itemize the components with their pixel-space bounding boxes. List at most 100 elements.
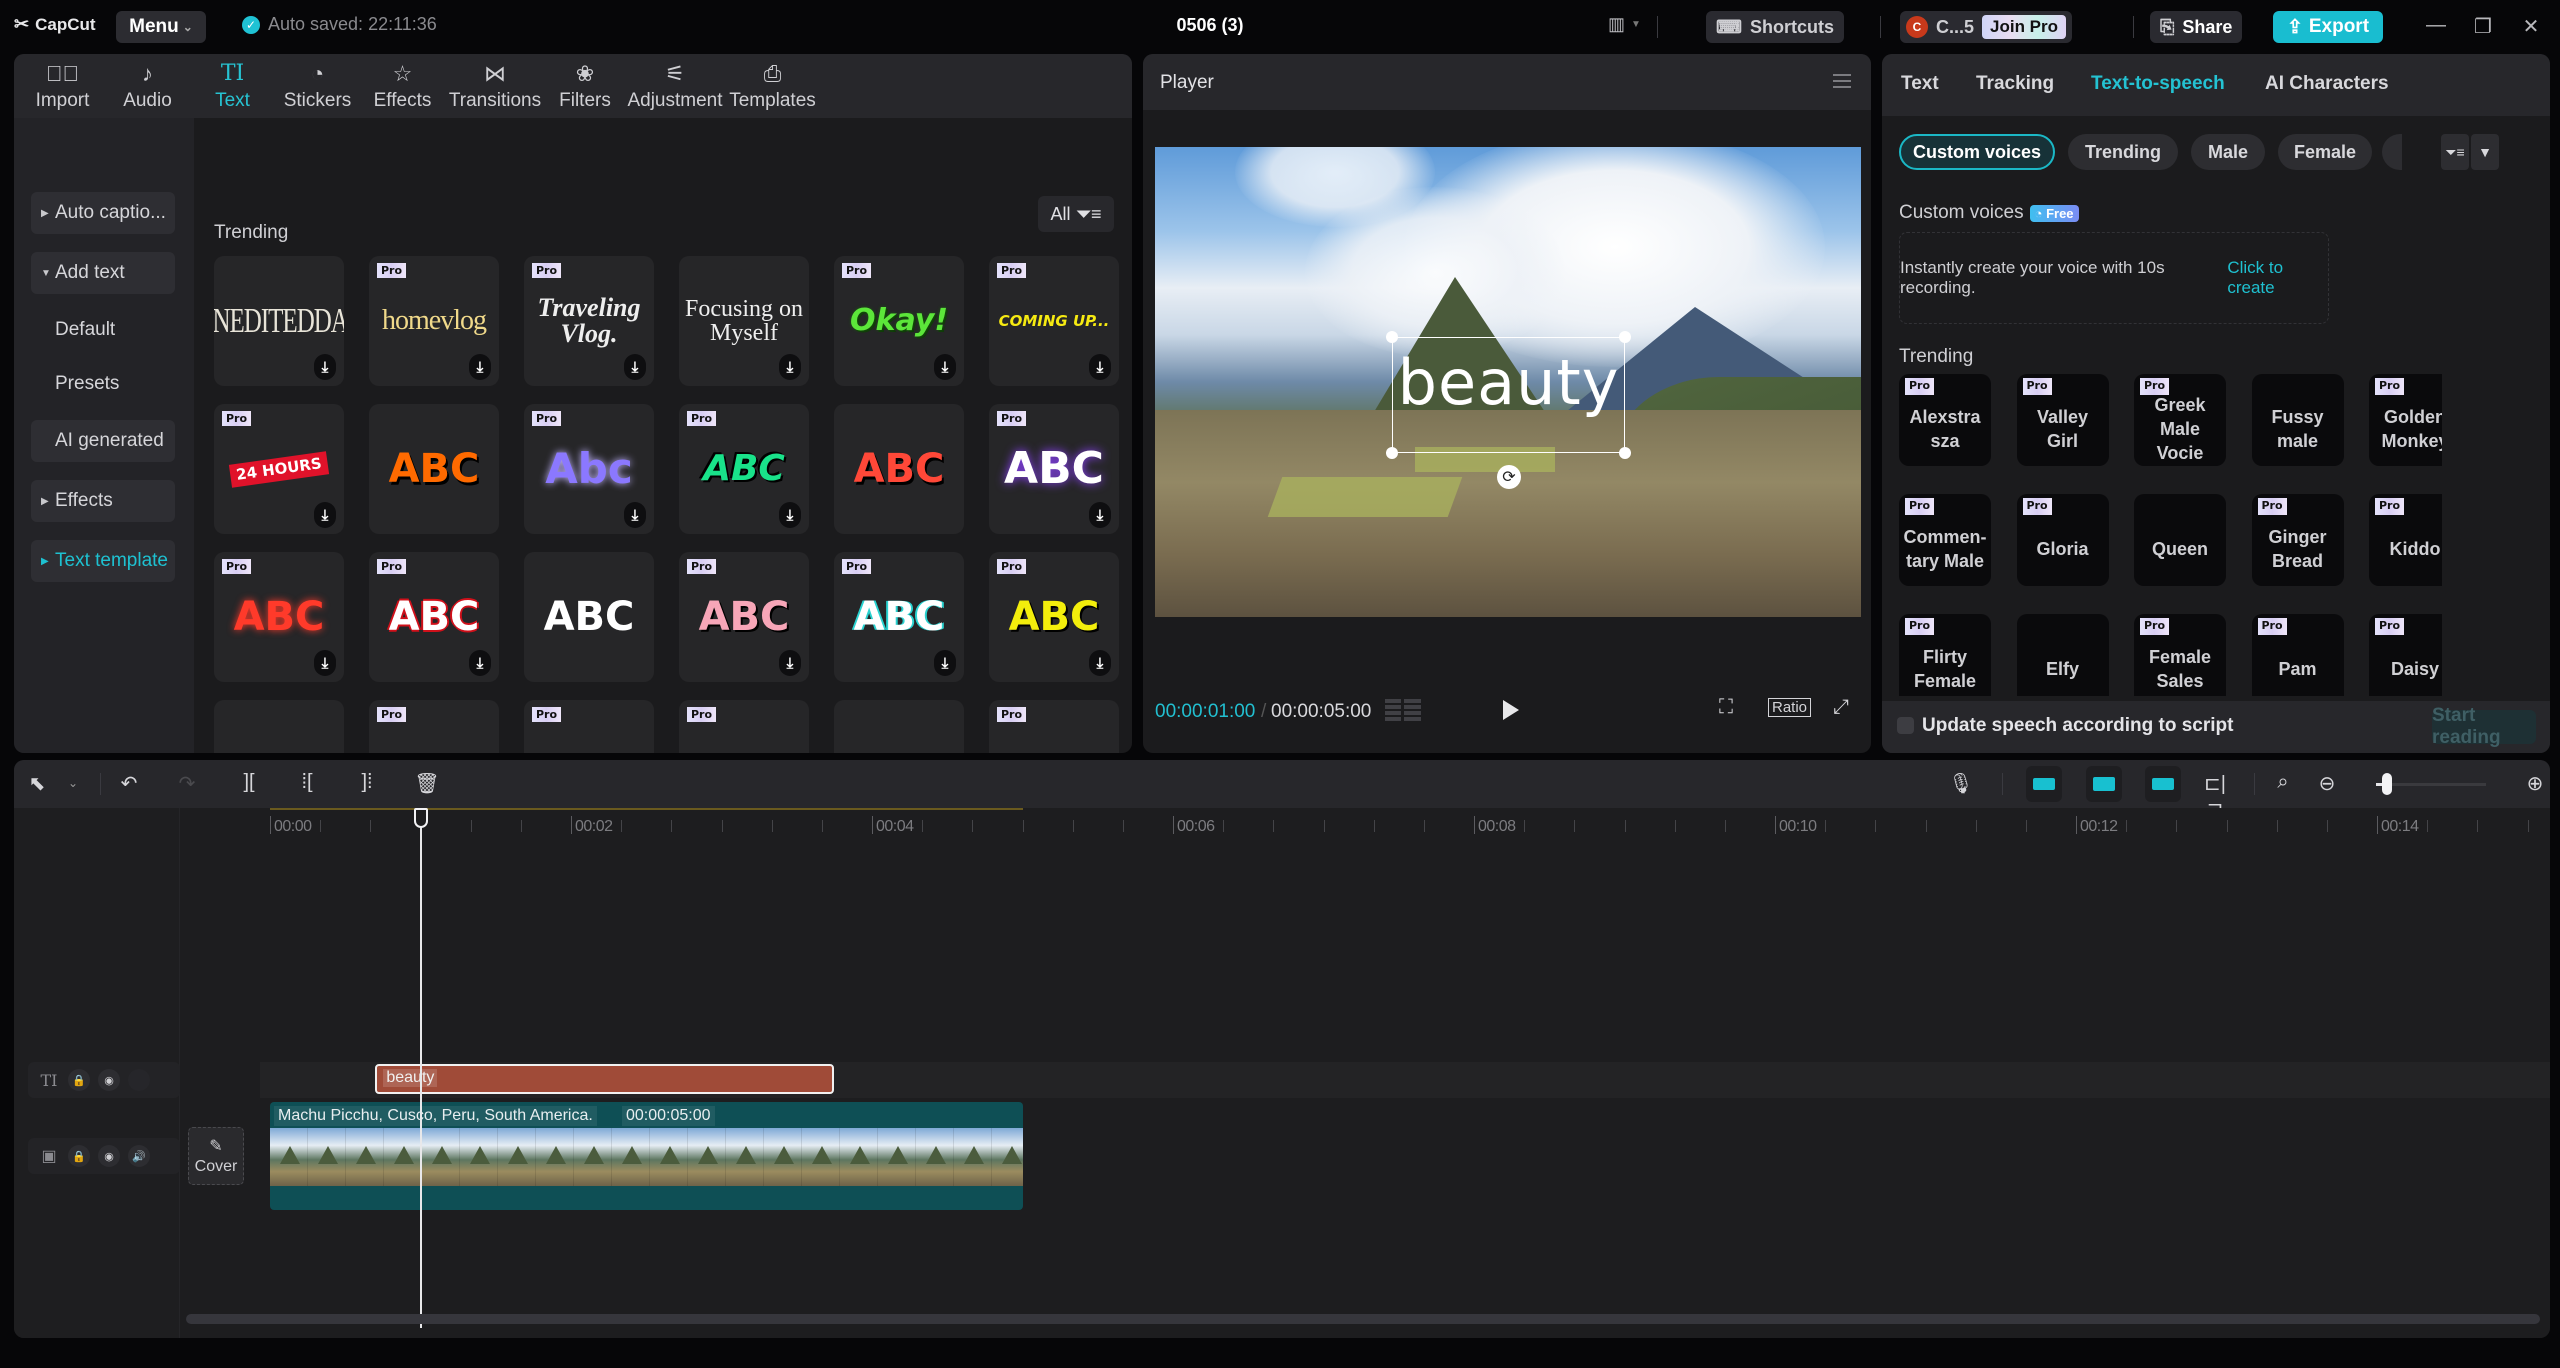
download-icon[interactable]: ⤓ bbox=[934, 354, 956, 380]
text-template-card[interactable]: Pro ABC ⤓ bbox=[834, 552, 964, 682]
layout-button[interactable]: ▥ ▼ bbox=[1608, 14, 1641, 35]
voice-card[interactable]: Pro Pam bbox=[2251, 614, 2344, 696]
export-button[interactable]: ⇪ Export bbox=[2273, 11, 2383, 43]
tool-import[interactable]: ▶⃞ Import bbox=[20, 54, 105, 118]
chevron-down-icon[interactable]: ⌄ bbox=[60, 776, 86, 790]
voice-card[interactable]: Elfy bbox=[2016, 614, 2109, 696]
filter-icon[interactable]: ⏷≡ bbox=[2441, 134, 2469, 170]
sidebar-item-effects[interactable]: ▶ Effects bbox=[31, 480, 175, 522]
download-icon[interactable]: ⤓ bbox=[624, 502, 646, 528]
time-ruler[interactable]: 00:00 00:02 00:04 00:06 00:08 00:10 00:12 00:14 bbox=[180, 808, 2550, 844]
update-speech-checkbox[interactable] bbox=[1897, 717, 1914, 734]
close-icon[interactable]: ✕ bbox=[2518, 14, 2544, 39]
timeline-zoom-slider[interactable] bbox=[2376, 783, 2486, 786]
video-clip[interactable]: Machu Picchu, Cusco, Peru, South America… bbox=[270, 1102, 1023, 1210]
text-template-card[interactable]: Pro ABC ⤓ bbox=[369, 552, 499, 682]
text-template-card[interactable]: Pro ABC ⤓ bbox=[989, 552, 1119, 682]
voice-card[interactable]: Pro Golden Monkey bbox=[2369, 374, 2442, 466]
microphone-icon[interactable]: 🎙 bbox=[1948, 771, 1974, 796]
voice-card[interactable]: Pro Gloria bbox=[2016, 494, 2109, 586]
download-icon[interactable]: ⤓ bbox=[1089, 354, 1111, 380]
chip-more-partial[interactable] bbox=[2382, 134, 2402, 170]
text-template-card[interactable]: ABC bbox=[834, 404, 964, 534]
text-clip[interactable]: beauty bbox=[375, 1064, 835, 1094]
chip-male[interactable]: Male bbox=[2191, 134, 2265, 170]
auto-snap-button[interactable] bbox=[2086, 766, 2122, 802]
resize-handle[interactable] bbox=[1386, 331, 1398, 343]
filter-dropdown[interactable]: All ⏷≡ bbox=[1038, 196, 1114, 232]
trim-left-icon[interactable]: ⁞[ bbox=[294, 771, 320, 794]
text-template-card[interactable]: Pro ABC ⤓ bbox=[679, 404, 809, 534]
text-template-card[interactable]: Pro homevlog ⤓ bbox=[369, 256, 499, 386]
sidebar-item-auto-captions[interactable]: ▶ Auto captio... bbox=[31, 192, 175, 234]
text-template-card[interactable]: Pro ABC ⤓ bbox=[989, 404, 1119, 534]
resize-handle[interactable] bbox=[1619, 447, 1631, 459]
download-icon[interactable]: ⤓ bbox=[779, 502, 801, 528]
text-template-card[interactable]: Pro ABC ⤓ bbox=[214, 552, 344, 682]
minimize-icon[interactable]: — bbox=[2423, 14, 2449, 37]
sidebar-item-text-template[interactable]: ▶ Text template bbox=[31, 540, 175, 582]
voice-card[interactable]: Pro Female Sales bbox=[2134, 614, 2226, 696]
download-icon[interactable]: ⤓ bbox=[779, 354, 801, 380]
menu-button[interactable]: Menu ⌄ bbox=[116, 11, 206, 43]
tool-transitions[interactable]: ⋈ Transitions bbox=[445, 54, 545, 118]
tab-ai-characters[interactable]: AI Characters bbox=[2265, 73, 2389, 95]
text-template-card[interactable]: ABC bbox=[369, 404, 499, 534]
rotate-icon[interactable]: ⟳ bbox=[1497, 465, 1521, 489]
eye-icon[interactable]: ◉ bbox=[98, 1145, 120, 1167]
voice-card[interactable]: Pro Ginger Bread bbox=[2251, 494, 2344, 586]
linkage-button[interactable] bbox=[2145, 766, 2181, 802]
project-title[interactable]: 0506 (3) bbox=[1130, 15, 1290, 36]
voice-card[interactable]: Pro Daisy bbox=[2369, 614, 2442, 696]
horizontal-scrollbar[interactable] bbox=[186, 1314, 2540, 1324]
start-reading-button[interactable]: Start reading bbox=[2432, 705, 2536, 748]
tool-adjustment[interactable]: ⚟ Adjustment bbox=[625, 54, 725, 118]
download-icon[interactable]: ⤓ bbox=[779, 650, 801, 676]
download-icon[interactable]: ⤓ bbox=[624, 354, 646, 380]
select-cursor-icon[interactable]: ⬉ bbox=[24, 771, 50, 796]
zoom-slider-knob[interactable] bbox=[2382, 773, 2392, 795]
sidebar-item-default[interactable]: Default bbox=[31, 309, 175, 351]
tool-text[interactable]: TI Text bbox=[190, 54, 275, 118]
text-template-card[interactable]: ProAbc bbox=[369, 700, 499, 753]
text-template-card[interactable]: Pro Abc ⤓ bbox=[524, 404, 654, 534]
text-template-card[interactable]: UNEDITEDDAY ⤓ bbox=[214, 256, 344, 386]
playhead-handle[interactable] bbox=[413, 808, 428, 828]
cover-button[interactable]: ✎ Cover bbox=[188, 1127, 244, 1185]
main-track-magnet-button[interactable] bbox=[2026, 766, 2062, 802]
download-icon[interactable]: ⤓ bbox=[314, 354, 336, 380]
shortcuts-button[interactable]: ⌨ Shortcuts bbox=[1706, 11, 1844, 43]
download-icon[interactable]: ⤓ bbox=[934, 650, 956, 676]
audio-meter-icon[interactable] bbox=[1385, 699, 1421, 723]
tool-effects[interactable]: ☆ Effects bbox=[360, 54, 445, 118]
download-icon[interactable]: ⤓ bbox=[314, 650, 336, 676]
eye-icon[interactable]: ◉ bbox=[98, 1069, 120, 1091]
tool-stickers[interactable]: ◔ Stickers bbox=[275, 54, 360, 118]
tab-tracking[interactable]: Tracking bbox=[1976, 73, 2054, 95]
sidebar-item-presets[interactable]: Presets bbox=[31, 363, 175, 405]
fullscreen-icon[interactable]: ⤢ bbox=[1833, 696, 1849, 719]
resize-handle[interactable] bbox=[1386, 447, 1398, 459]
undo-icon[interactable]: ↶ bbox=[116, 771, 142, 796]
text-template-card[interactable]: Pro Okay! ⤓ bbox=[834, 256, 964, 386]
zoom-out-icon[interactable]: ⊖ bbox=[2314, 771, 2340, 796]
join-pro-button[interactable]: Join Pro bbox=[1982, 15, 2067, 39]
split-icon[interactable]: ][ bbox=[236, 771, 262, 794]
text-template-card[interactable] bbox=[214, 700, 344, 753]
trim-right-icon[interactable]: ]⁞ bbox=[354, 771, 380, 794]
tool-templates[interactable]: ⎙ Templates bbox=[725, 54, 820, 118]
text-template-card[interactable]: Pro Traveling Vlog. ⤓ bbox=[524, 256, 654, 386]
voice-card[interactable]: Pro Commen-tary Male bbox=[1899, 494, 1991, 586]
download-icon[interactable]: ⤓ bbox=[469, 354, 491, 380]
redo-icon[interactable]: ↷ bbox=[174, 771, 200, 796]
sidebar-item-add-text[interactable]: ▼ Add text bbox=[31, 252, 175, 294]
text-template-card[interactable]: ProAbc bbox=[679, 700, 809, 753]
tab-text-to-speech[interactable]: Text-to-speech bbox=[2091, 73, 2225, 95]
lock-icon[interactable]: 🔒 bbox=[68, 1145, 90, 1167]
text-template-card[interactable]: Pro 24 HOURS ⤓ bbox=[214, 404, 344, 534]
account-button[interactable]: C C...5 Join Pro bbox=[1900, 11, 2073, 43]
text-selection-box[interactable]: beauty bbox=[1386, 331, 1631, 459]
text-template-card[interactable]: Focusing on Myself ⤓ bbox=[679, 256, 809, 386]
text-template-card[interactable]: ProABC bbox=[989, 700, 1119, 753]
play-icon[interactable] bbox=[1503, 700, 1519, 720]
